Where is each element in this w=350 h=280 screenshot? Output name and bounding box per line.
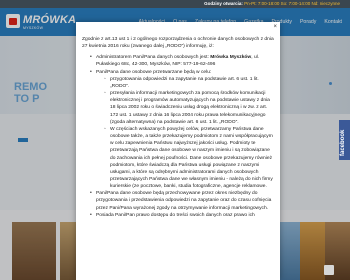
purpose-item: przygotowania odpowiedzi na zapytanie na… [104,76,274,90]
list-item-admin: Administratorem Pani/Pana danych osobowy… [90,54,274,68]
opening-hours: Godziny otwarcia: Pn-Pt: 7:00-18:00 So: … [204,0,340,8]
rodo-modal: × Zgodnie z art.13 ust 1 i 2 ogólnego ro… [76,22,280,280]
hours-weekdays: Pn-Pt: 7:00-18:00 [244,1,280,6]
admin-prefix: Administratorem Pani/Pana danych osobowy… [96,55,211,61]
top-bar: Godziny otwarcia: Pn-Pt: 7:00-18:00 So: … [0,0,350,8]
hours-label: Godziny otwarcia: [204,1,243,6]
facebook-tab[interactable]: facebook [339,120,350,160]
hours-saturday: So: 7:00-14:00 [280,1,311,6]
modal-content: Zgodnie z art.13 ust 1 i 2 ogólnego rozp… [82,36,274,219]
purposes-list: przygotowania odpowiedzi na zapytanie na… [104,76,274,191]
facebook-label: facebook [340,129,346,156]
list-item-processing: Pani/Pana dane osobowe przetwarzane będą… [90,69,274,191]
purpose-item: W częściach wskazanych powyżej celów, pr… [104,126,274,190]
list-item-storage: Pani/Pana dane osobowe będą przechowywan… [90,190,274,211]
admin-name: Mrówka Myszków [210,55,252,61]
processing-label: Pani/Pana dane osobowe przetwarzane będą… [96,69,212,75]
close-icon[interactable]: × [273,24,277,30]
modal-intro: Zgodnie z art.13 ust 1 i 2 ogólnego rozp… [82,37,274,50]
purpose-item: przesyłania informacji marketingowych za… [104,90,274,126]
hours-sunday: Nd: nieczynne [311,1,340,6]
list-item-rights: Posiada Pani/Pan prawo dostępu do treści… [90,212,274,219]
scroll-top-button[interactable] [324,265,334,275]
modal-list: Administratorem Pani/Pana danych osobowy… [90,54,274,219]
